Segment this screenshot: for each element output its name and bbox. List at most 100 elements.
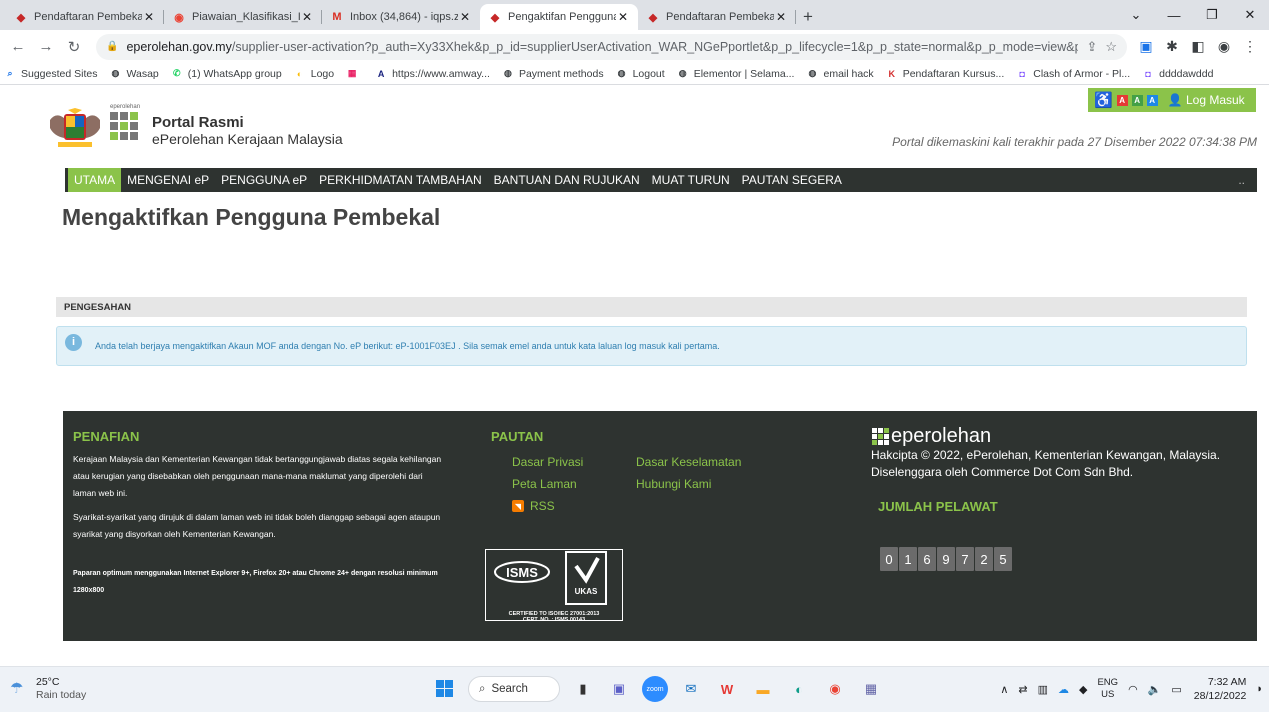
counter-digit: 1 (899, 547, 917, 571)
teams-chat-icon[interactable]: ▣ (606, 676, 632, 702)
weather-icon[interactable]: ☂ (10, 679, 23, 697)
app-tray-icon[interactable]: ◆ (1079, 683, 1087, 696)
rss-icon: ◥ (512, 500, 524, 512)
share-icon[interactable]: ⇪ (1086, 39, 1097, 55)
bookmark-item[interactable]: ◍ email hack (806, 68, 874, 80)
edge-icon[interactable]: ◐ (786, 676, 812, 702)
page-title: Mengaktifkan Pengguna Pembekal (62, 204, 441, 230)
weather-widget[interactable]: 25°C Rain today (36, 676, 86, 702)
nav-item[interactable]: BANTUAN DAN RUJUKAN (488, 168, 646, 192)
nav-item[interactable]: MENGENAI eP (121, 168, 215, 192)
login-link[interactable]: 👤 Log Masuk (1168, 93, 1245, 107)
file-explorer-icon[interactable]: ▬ (750, 676, 776, 702)
reload-button[interactable]: ↻ (62, 35, 86, 59)
wifi-icon[interactable]: ◠ (1128, 683, 1138, 696)
cloud-icon[interactable]: ☁ (1058, 683, 1069, 696)
browser-tab[interactable]: ◆ Pendaftaran Pembekal Baharu - e✕ (638, 4, 796, 30)
language-indicator[interactable]: ENG US (1097, 677, 1118, 701)
side-panel-icon[interactable]: ◧ (1185, 35, 1211, 59)
menu-icon[interactable]: ⋮ (1237, 35, 1263, 59)
address-bar[interactable]: 🔒 eperolehan.gov.my/supplier-user-activa… (96, 33, 1127, 60)
back-button[interactable]: ← (6, 35, 30, 59)
bookmark-item[interactable]: ◍ Wasap (109, 67, 159, 80)
bookmark-item[interactable]: ⌕ Suggested Sites (4, 68, 97, 80)
bookmark-item[interactable]: ◍ Logout (616, 68, 665, 80)
clock[interactable]: 7:32 AM 28/12/2022 (1194, 675, 1247, 703)
close-tab-icon[interactable]: ✕ (458, 10, 472, 24)
bookmark-label: Wasap (126, 67, 159, 80)
bookmark-item[interactable]: ◘ Clash of Armor - Pl... (1016, 68, 1131, 80)
zoom-icon[interactable]: zoom (642, 676, 668, 702)
bookmark-item[interactable]: K Pendaftaran Kursus... (886, 67, 1005, 80)
teams-icon[interactable]: ▦ (858, 676, 884, 702)
close-tab-icon[interactable]: ✕ (616, 10, 630, 24)
footer-brand-logo: eperolehan (872, 425, 991, 448)
extension-icon[interactable]: ▣ (1133, 35, 1159, 59)
bookmark-item[interactable]: ◍ Payment methods (502, 68, 604, 80)
tab-search-icon[interactable]: ⌄ (1117, 7, 1155, 23)
site-footer: PENAFIAN Kerajaan Malaysia dan Kementeri… (63, 411, 1257, 641)
start-button[interactable] (432, 676, 458, 702)
nav-more-button[interactable]: .. (1238, 173, 1245, 187)
security-policy-link[interactable]: Dasar Keselamatan (636, 455, 741, 469)
task-view-icon[interactable]: ▮ (570, 676, 596, 702)
restore-button[interactable]: ❐ (1193, 7, 1231, 23)
sitemap-link[interactable]: Peta Laman (512, 477, 577, 491)
gift-icon: ▦ (347, 68, 357, 78)
nav-item[interactable]: PAUTAN SEGERA (736, 168, 848, 192)
accessibility-icon[interactable]: ♿ (1094, 91, 1113, 109)
bookmark-star-icon[interactable]: ☆ (1105, 39, 1117, 55)
close-tab-icon[interactable]: ✕ (774, 10, 788, 24)
browser-tab[interactable]: ◆ Pendaftaran Pembekal Baharu - e✕ (6, 4, 164, 30)
success-message: i Anda telah berjaya mengaktifkan Akaun … (56, 326, 1247, 366)
minimize-button[interactable]: — (1155, 8, 1193, 23)
bookmark-item[interactable]: Ahttps://www.amway... (375, 68, 490, 80)
nav-item[interactable]: PENGGUNA eP (215, 168, 313, 192)
font-size-button[interactable]: A (1131, 94, 1143, 106)
counter-digit: 6 (918, 547, 936, 571)
battery-icon[interactable]: ▭ (1171, 683, 1181, 696)
privacy-policy-link[interactable]: Dasar Privasi (512, 455, 583, 469)
last-updated-text: Portal dikemaskini kali terakhir pada 27… (892, 135, 1257, 149)
bookmark-item[interactable]: ✆ (1) WhatsApp group (171, 68, 282, 80)
isms-text: ISMS (506, 565, 538, 580)
bookmark-item[interactable]: ◐ Logo (294, 68, 334, 80)
browser-tab[interactable]: M Inbox (34,864) - iqps.zulhazri@gm✕ (322, 4, 480, 30)
search-icon: ⌕ (7, 68, 13, 78)
bookmark-label: Pendaftaran Kursus... (902, 67, 1005, 80)
font-size-button[interactable]: A (1146, 94, 1158, 106)
nav-item[interactable]: MUAT TURUN (646, 168, 736, 192)
bookmark-label: ddddawddd (1159, 67, 1214, 80)
volume-icon[interactable]: 🔈 (1148, 683, 1162, 696)
bookmark-label: Suggested Sites (21, 67, 98, 80)
rss-link[interactable]: ◥ RSS (512, 499, 555, 513)
browser-tab[interactable]: ◉ Piawaian_Klasifikasi_Industri_Mal✕ (164, 4, 322, 30)
mail-icon[interactable]: ✉ (678, 676, 704, 702)
bookmark-item[interactable]: ◘ ddddawddd (1142, 68, 1213, 80)
forward-button[interactable]: → (34, 35, 58, 59)
meter-icon[interactable]: ▥ (1038, 683, 1048, 696)
extensions-puzzle-icon[interactable]: ✱ (1159, 35, 1185, 59)
wps-office-icon[interactable]: W (714, 676, 740, 702)
profile-avatar[interactable]: ◉ (1211, 35, 1237, 59)
close-tab-icon[interactable]: ✕ (142, 10, 156, 24)
visitors-heading: JUMLAH PELAWAT (878, 499, 998, 514)
font-size-button[interactable]: A (1116, 94, 1128, 106)
show-hidden-icons[interactable]: ∧ (1000, 683, 1008, 696)
bookmark-label: Logo (310, 67, 335, 80)
network-extra-icon[interactable]: ⇄ (1018, 683, 1027, 696)
taskbar-search[interactable]: ⌕ Search (468, 676, 560, 702)
nav-item[interactable]: PERKHIDMATAN TAMBAHAN (313, 168, 487, 192)
certification-badge: ISMS UKAS CERTIFIED TO ISO/IEC 27001:201… (485, 549, 623, 623)
nav-item[interactable]: UTAMA (68, 168, 122, 192)
chrome-icon[interactable]: ◉ (822, 676, 848, 702)
bookmark-item[interactable]: ◍ Elementor | Selama... (677, 68, 795, 80)
close-tab-icon[interactable]: ✕ (300, 10, 314, 24)
notifications-icon[interactable]: ◗ (1256, 683, 1263, 695)
bookmark-item[interactable]: ▦ (346, 68, 363, 80)
contact-link[interactable]: Hubungi Kami (636, 477, 711, 491)
new-tab-button[interactable]: + (796, 4, 820, 30)
close-window-button[interactable]: ✕ (1231, 7, 1269, 23)
lock-icon[interactable]: 🔒 (106, 41, 118, 52)
browser-tab[interactable]: ◆ Pengaktifan Pengguna Pembekal✕ (480, 4, 638, 30)
